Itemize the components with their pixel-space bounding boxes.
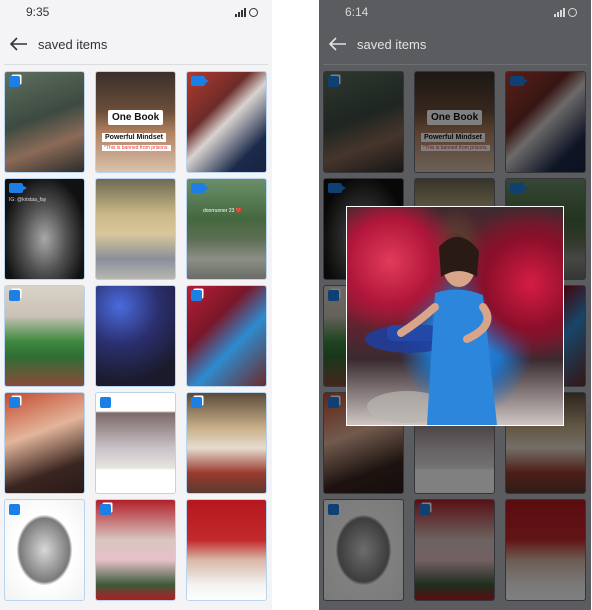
tile-7[interactable] [4, 285, 85, 387]
status-time: 6:14 [345, 5, 369, 19]
multi-photo-icon [328, 397, 339, 408]
tile-1[interactable] [323, 71, 404, 173]
status-icons [235, 7, 258, 17]
multi-photo-icon [328, 76, 339, 87]
tile-5[interactable] [95, 178, 176, 280]
tile-9[interactable] [186, 285, 267, 387]
tile-2[interactable]: One Book Powerful Mindset *This is banne… [414, 71, 495, 173]
tile-14[interactable] [414, 499, 495, 601]
battery-ring-icon [249, 7, 258, 17]
tile-note: *This is banned from prisons. [421, 145, 490, 151]
image-preview[interactable] [346, 206, 564, 426]
tile-13[interactable] [4, 499, 85, 601]
multi-photo-icon [191, 290, 202, 301]
tile-handle: IG: @kristaa_fay [9, 197, 47, 203]
page-title: saved items [357, 36, 427, 52]
status-time: 9:35 [26, 5, 50, 19]
video-icon [328, 183, 346, 193]
tile-title: One Book [108, 110, 164, 125]
video-icon [9, 183, 27, 193]
tile-caption: doorrunner 23 ❤️ [203, 208, 243, 214]
tile-15[interactable] [505, 499, 586, 601]
phone-left: 9:35 saved items One Book Powerful Minds… [0, 0, 272, 610]
signal-icon [235, 7, 246, 17]
divider [323, 64, 587, 65]
tile-subtitle: Powerful Mindset [421, 133, 485, 142]
tile-15[interactable] [186, 499, 267, 601]
video-icon [191, 183, 209, 193]
saved-grid: One Book Powerful Mindset *This is banne… [4, 71, 268, 601]
multi-photo-icon [9, 290, 20, 301]
tile-3[interactable] [186, 71, 267, 173]
multi-photo-icon [100, 504, 111, 515]
tile-1[interactable] [4, 71, 85, 173]
tile-6[interactable]: doorrunner 23 ❤️ [186, 178, 267, 280]
page-title: saved items [38, 36, 108, 52]
multi-photo-icon [419, 504, 430, 515]
back-arrow-icon[interactable] [8, 33, 30, 55]
status-icons [554, 7, 577, 17]
back-arrow-icon[interactable] [327, 33, 349, 55]
tile-13[interactable] [323, 499, 404, 601]
tile-10[interactable] [4, 392, 85, 494]
battery-ring-icon [568, 7, 577, 17]
tile-11[interactable] [95, 392, 176, 494]
divider [4, 64, 268, 65]
video-icon [510, 76, 528, 86]
multi-photo-icon [9, 504, 20, 515]
tile-4[interactable]: IG: @kristaa_fay [4, 178, 85, 280]
multi-photo-icon [328, 290, 339, 301]
multi-photo-icon [191, 397, 202, 408]
tile-note: *This is banned from prisons. [102, 145, 171, 151]
app-bar: saved items [0, 24, 272, 64]
tile-title: One Book [427, 110, 483, 125]
tile-12[interactable] [186, 392, 267, 494]
video-icon [510, 183, 528, 193]
app-bar: saved items [319, 24, 591, 64]
tile-14[interactable] [95, 499, 176, 601]
tile-subtitle: Powerful Mindset [102, 133, 166, 142]
video-icon [191, 76, 209, 86]
multi-photo-icon [9, 397, 20, 408]
tile-2[interactable]: One Book Powerful Mindset *This is banne… [95, 71, 176, 173]
status-bar: 9:35 [0, 0, 272, 24]
status-bar: 6:14 [319, 0, 591, 24]
multi-photo-icon [9, 76, 20, 87]
multi-photo-icon [328, 504, 339, 515]
preview-image [365, 236, 497, 425]
tile-8[interactable] [95, 285, 176, 387]
signal-icon [554, 7, 565, 17]
multi-photo-icon [100, 397, 111, 408]
tile-3[interactable] [505, 71, 586, 173]
